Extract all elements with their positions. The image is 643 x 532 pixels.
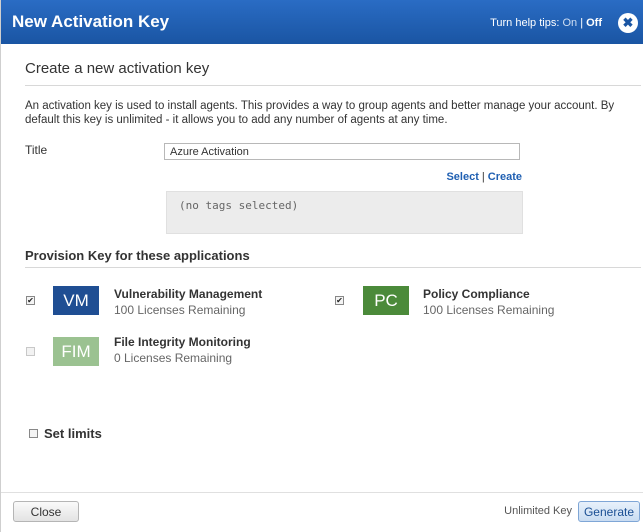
generate-button[interactable]: Generate: [578, 501, 640, 522]
description-text: An activation key is used to install age…: [25, 100, 615, 126]
provision-divider: [25, 267, 641, 268]
dialog-title: New Activation Key: [12, 12, 170, 31]
title-input[interactable]: [164, 143, 520, 160]
help-tips-on[interactable]: On: [562, 17, 577, 29]
tags-box[interactable]: (no tags selected): [166, 191, 523, 234]
fim-app-icon: FIM: [53, 337, 99, 366]
new-activation-key-dialog: New Activation Key Turn help tips: On | …: [0, 0, 643, 532]
vm-app-name: Vulnerability Management: [114, 287, 263, 301]
vm-licenses: 100 Licenses Remaining: [114, 303, 246, 317]
fim-checkbox: [26, 347, 35, 356]
set-limits-label: Set limits: [44, 426, 102, 441]
key-type-label: Unlimited Key: [504, 505, 572, 517]
vm-app-icon: VM: [53, 286, 99, 315]
no-tags-text: (no tags selected): [179, 199, 299, 212]
pc-app-icon: PC: [363, 286, 409, 315]
fim-licenses: 0 Licenses Remaining: [114, 351, 233, 365]
help-tips-separator: |: [580, 17, 584, 29]
fim-app-name: File Integrity Monitoring: [114, 335, 251, 349]
create-tag-link[interactable]: Create: [488, 171, 522, 183]
vm-checkbox[interactable]: ✔: [26, 296, 35, 305]
close-icon[interactable]: ✖: [618, 13, 638, 33]
tag-links-separator: |: [481, 171, 485, 183]
section-title: Create a new activation key: [25, 60, 210, 77]
close-button[interactable]: Close: [13, 501, 79, 522]
select-tags-link[interactable]: Select: [446, 171, 478, 183]
footer-divider: [1, 492, 643, 493]
help-tips-label: Turn help tips:: [490, 17, 560, 29]
pc-licenses: 100 Licenses Remaining: [423, 303, 555, 317]
provision-title: Provision Key for these applications: [25, 248, 250, 263]
section-divider: [25, 85, 641, 86]
tag-links: Select | Create: [446, 171, 522, 183]
help-tips-off[interactable]: Off: [586, 17, 602, 29]
title-label: Title: [25, 143, 48, 157]
set-limits[interactable]: Set limits: [29, 426, 102, 441]
pc-checkbox[interactable]: ✔: [335, 296, 344, 305]
set-limits-checkbox[interactable]: [29, 429, 38, 439]
pc-app-name: Policy Compliance: [423, 287, 530, 301]
dialog-header: New Activation Key Turn help tips: On | …: [1, 0, 643, 44]
help-tips-toggle: Turn help tips: On | Off: [490, 16, 602, 30]
